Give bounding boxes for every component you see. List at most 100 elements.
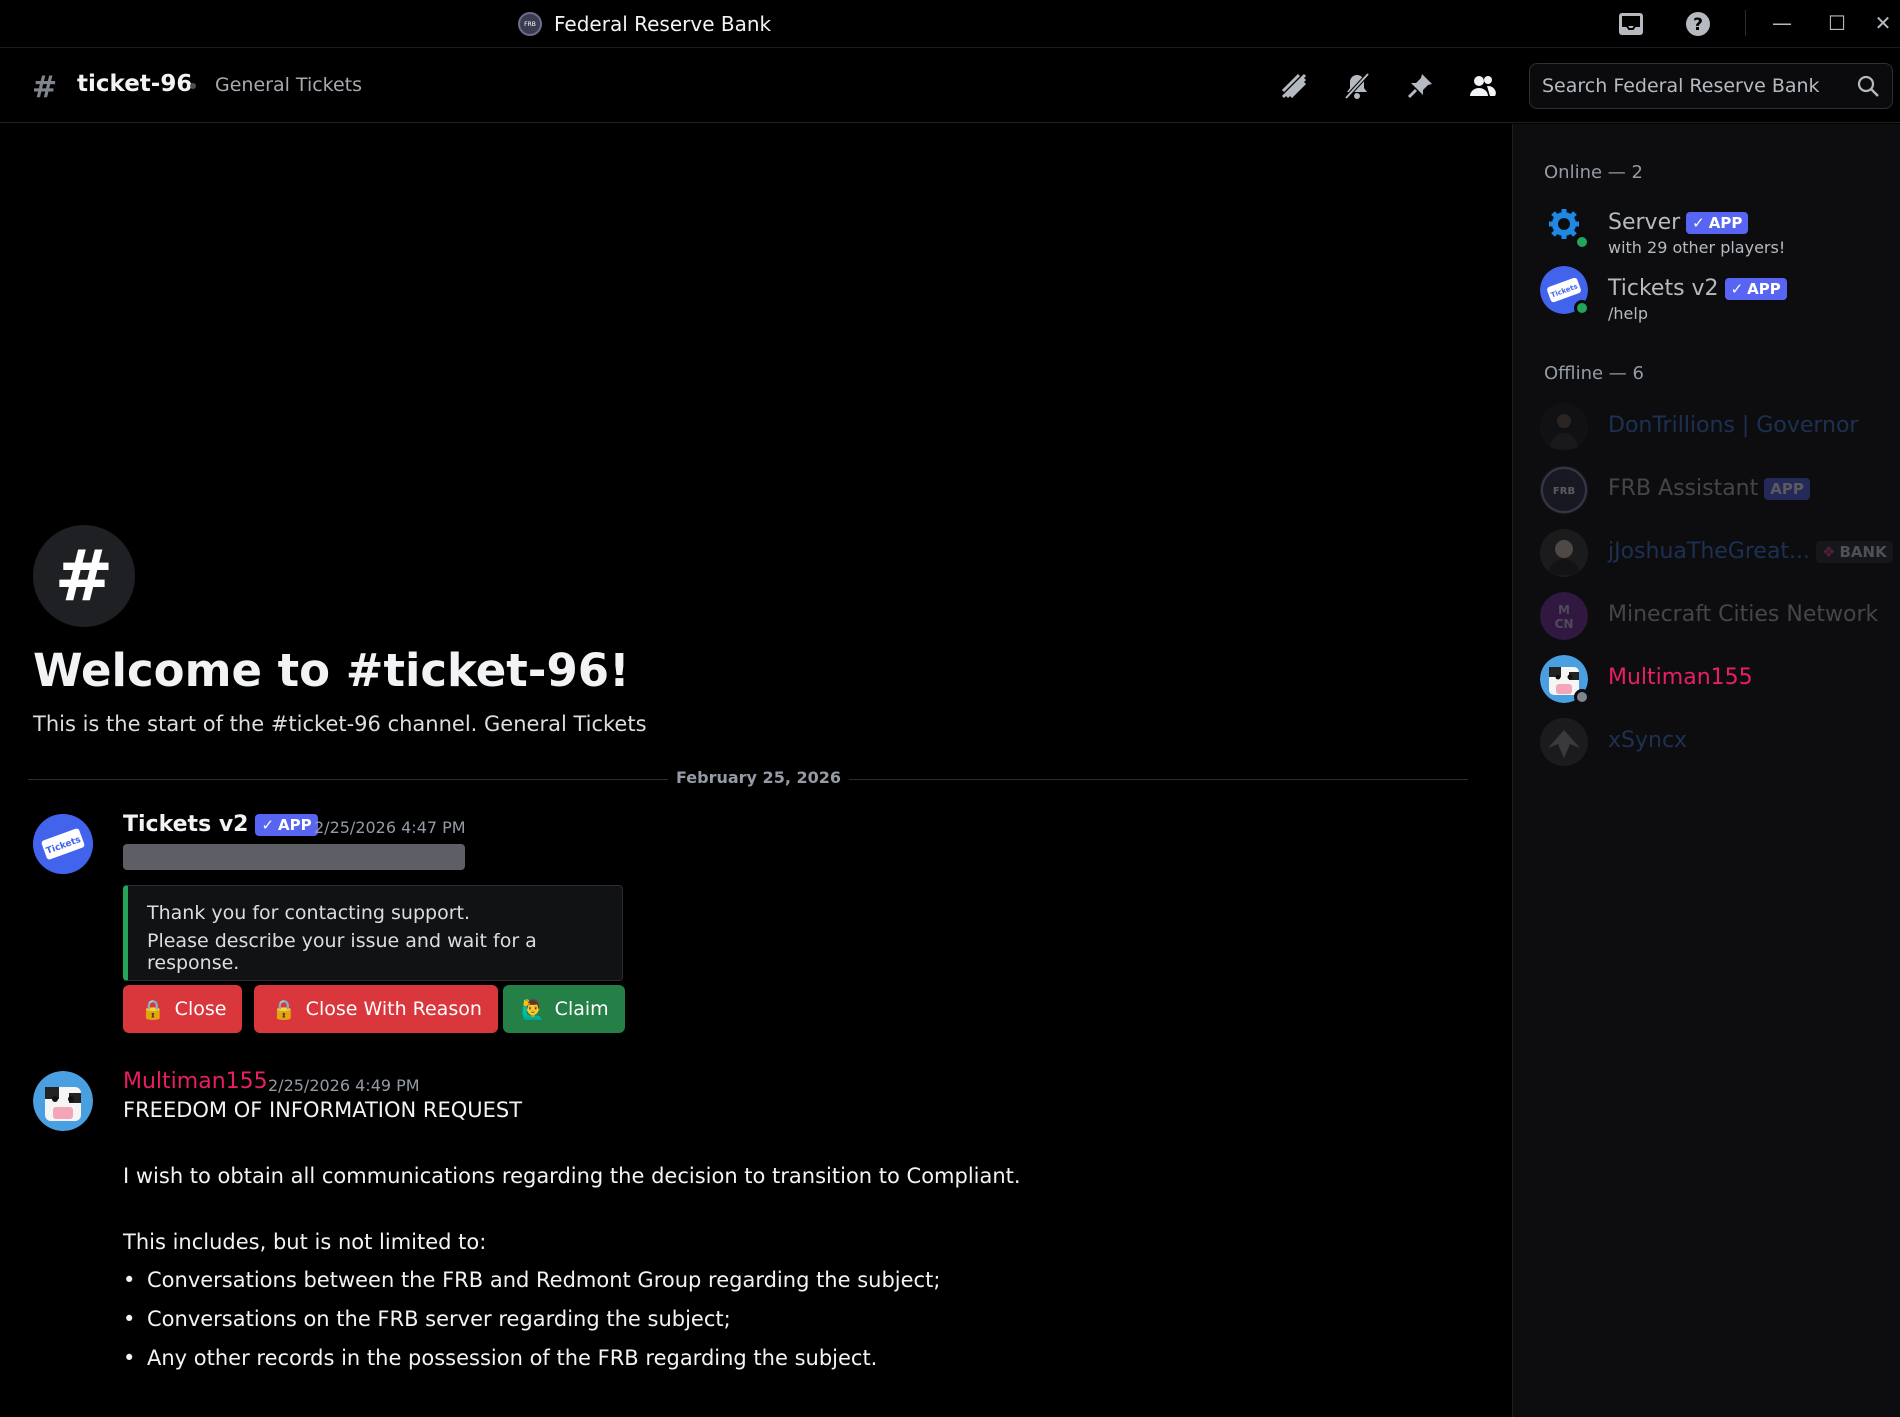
verified-check-icon: ✓ — [1730, 279, 1744, 298]
member-name: DonTrillions | Governor — [1608, 413, 1859, 438]
list-item-text: Conversations between the FRB and Redmon… — [147, 1268, 941, 1292]
notification-muted-icon[interactable] — [1341, 70, 1373, 102]
offline-status-indicator — [1574, 689, 1590, 705]
close-with-reason-button[interactable]: 🔒 Close With Reason — [254, 985, 498, 1033]
message-author[interactable]: Tickets v2 ✓ APP — [123, 812, 318, 837]
header-separator — [190, 83, 196, 89]
message-timestamp: 2/25/2026 4:49 PM — [268, 1076, 420, 1095]
app-badge-label: APP — [1747, 279, 1781, 298]
app-badge: ✓ APP — [255, 813, 318, 836]
welcome-title: Welcome to #ticket-96! — [33, 644, 630, 697]
member-name-text: Server — [1608, 210, 1681, 235]
member-item[interactable]: DonTrillions | Governor — [1540, 403, 1890, 455]
member-name: Tickets v2 ✓ APP — [1608, 276, 1787, 301]
channel-name: ticket-96 — [77, 71, 193, 97]
app-badge-label: APP — [278, 815, 312, 834]
minimize-button[interactable]: — — [1767, 8, 1797, 38]
button-label: Close With Reason — [305, 998, 482, 1020]
title-bar: FRB Federal Reserve Bank ? — ☐ ✕ — [0, 0, 1900, 48]
claim-ticket-button[interactable]: 🙋‍♂️ Claim — [503, 985, 625, 1033]
lock-icon: 🔒 — [272, 998, 296, 1021]
member-name-text: jJoshuaTheGreat... — [1608, 539, 1811, 564]
svg-text:?: ? — [1693, 15, 1703, 35]
maximize-button[interactable]: ☐ — [1822, 8, 1852, 38]
svg-text:FRB: FRB — [1553, 486, 1575, 497]
embed-line: Please describe your issue and wait for … — [147, 930, 537, 974]
close-window-button[interactable]: ✕ — [1868, 8, 1898, 38]
member-name: jJoshuaTheGreat... ❖ BANK — [1608, 539, 1893, 564]
pin-icon[interactable] — [1404, 70, 1436, 102]
user-avatar — [1540, 529, 1588, 577]
list-item-text: Conversations on the FRB server regardin… — [147, 1307, 731, 1331]
tickets-bot-avatar[interactable]: Tickets — [33, 814, 93, 874]
channel-hash-icon: # — [32, 70, 58, 105]
app-badge: APP — [1764, 477, 1810, 500]
inbox-icon[interactable] — [1617, 10, 1645, 38]
member-name-text: FRB Assistant — [1608, 476, 1759, 501]
member-list: Online — 2 Server ✓ APP with 29 other pla… — [1512, 124, 1900, 1417]
message-embed: Thank you for contacting support. Please… — [123, 885, 623, 981]
verified-check-icon: ✓ — [1692, 213, 1705, 232]
member-activity: /help — [1608, 304, 1648, 323]
user-avatar — [1540, 403, 1588, 451]
app-badge-label: APP — [1708, 213, 1743, 232]
embed-line: Thank you for contacting support. — [147, 902, 470, 924]
threads-icon[interactable] — [1278, 70, 1310, 102]
message-text: I wish to obtain all communications rega… — [123, 1164, 1021, 1188]
member-item[interactable]: jJoshuaTheGreat... ❖ BANK — [1540, 529, 1893, 581]
date-divider: February 25, 2026 — [28, 768, 1468, 787]
member-name-text: Tickets v2 — [1608, 276, 1719, 301]
bank-tag: ❖ BANK — [1816, 540, 1893, 563]
message-text: This includes, but is not limited to: — [123, 1230, 487, 1254]
window-title-text: Federal Reserve Bank — [554, 12, 772, 36]
message-author[interactable]: Multiman155 — [123, 1069, 268, 1094]
date-divider-label: February 25, 2026 — [668, 768, 849, 787]
online-status-indicator — [1574, 300, 1590, 316]
member-item[interactable]: FRB FRB Assistant APP — [1540, 466, 1890, 518]
search-input[interactable] — [1542, 64, 1842, 108]
multiman-avatar[interactable] — [33, 1071, 93, 1131]
mcn-logo-icon: M CN — [1540, 592, 1588, 640]
help-icon[interactable]: ? — [1684, 10, 1712, 38]
chat-area: # Welcome to #ticket-96! This is the sta… — [0, 124, 1512, 1417]
verified-check-icon: ✓ — [261, 815, 275, 834]
channel-header: # ticket-96 General Tickets — [0, 49, 1900, 123]
member-list-icon[interactable] — [1466, 70, 1498, 102]
titlebar-divider — [1745, 10, 1746, 36]
search-icon — [1857, 75, 1879, 97]
lock-icon: 🔒 — [141, 998, 165, 1021]
redacted-content — [123, 844, 465, 870]
channel-topic[interactable]: General Tickets — [215, 74, 362, 96]
app-badge: ✓ APP — [1686, 211, 1749, 234]
online-status-indicator — [1574, 234, 1590, 250]
member-item[interactable]: xSyncx — [1540, 718, 1890, 770]
member-item[interactable]: Multiman155 — [1540, 655, 1890, 707]
member-name: FRB Assistant APP — [1608, 476, 1810, 501]
member-name: xSyncx — [1608, 728, 1688, 753]
member-item[interactable]: Tickets Tickets v2 ✓ APP /help — [1540, 266, 1890, 323]
close-ticket-button[interactable]: 🔒 Close — [123, 985, 243, 1033]
member-item[interactable]: Server ✓ APP with 29 other players! — [1540, 200, 1890, 257]
welcome-subtitle: This is the start of the #ticket-96 chan… — [33, 712, 647, 736]
message-timestamp: 2/25/2026 4:47 PM — [314, 818, 466, 837]
list-item-text: Any other records in the possession of t… — [147, 1346, 878, 1370]
tag-icon: ❖ — [1822, 542, 1836, 561]
channel-welcome-hash-icon: # — [33, 525, 135, 627]
frb-logo-icon: FRB — [1540, 466, 1588, 514]
message-text: FREEDOM OF INFORMATION REQUEST — [123, 1098, 523, 1122]
button-label: Claim — [554, 998, 609, 1020]
app-badge: ✓ APP — [1724, 277, 1787, 300]
search-box[interactable] — [1529, 63, 1893, 109]
member-name: Server ✓ APP — [1608, 210, 1749, 235]
bank-tag-label: BANK — [1839, 542, 1887, 561]
svg-text:M: M — [1558, 603, 1570, 617]
server-logo-icon: FRB — [518, 12, 542, 36]
author-name[interactable]: Tickets v2 — [123, 812, 248, 837]
member-name: Minecraft Cities Network — [1608, 602, 1879, 627]
member-name: Multiman155 — [1608, 665, 1753, 690]
window-title: FRB Federal Reserve Bank — [518, 12, 771, 36]
button-label: Close — [174, 998, 227, 1020]
member-activity: with 29 other players! — [1608, 238, 1786, 257]
member-item[interactable]: M CN Minecraft Cities Network — [1540, 592, 1890, 644]
raising-hand-icon: 🙋‍♂️ — [521, 998, 545, 1021]
